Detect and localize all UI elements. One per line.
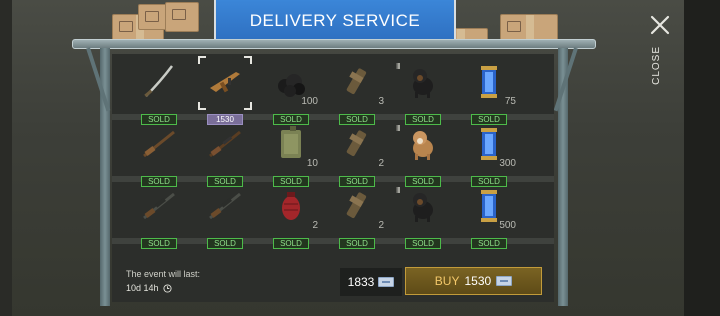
event-label: The event will last: <box>126 269 201 279</box>
selection-bracket <box>244 102 252 110</box>
shop-item[interactable]: SOLD <box>124 180 194 249</box>
sabre-icon <box>144 65 173 98</box>
shop-item[interactable]: III SOLD <box>388 118 458 187</box>
shop-item[interactable]: III SOLD <box>388 56 458 125</box>
shop-item[interactable]: SOLD <box>190 180 260 249</box>
buy-button[interactable]: BUY 1530 <box>405 267 542 295</box>
tan-dog-icon <box>413 131 433 160</box>
black-dog-icon <box>413 193 433 222</box>
shop-item[interactable]: SOLD <box>124 118 194 187</box>
delivery-service-sign: DELIVERY SERVICE <box>214 0 456 44</box>
banknote-icon <box>378 277 395 287</box>
item-quantity: 10 <box>306 158 318 169</box>
scoped-rifle-icon <box>143 192 175 220</box>
shop-item[interactable]: 2 SOLD <box>256 180 326 249</box>
tier-badge: III <box>396 124 401 133</box>
shop-item[interactable]: 100 SOLD <box>256 56 326 125</box>
currency-balance: 1833 <box>340 268 402 296</box>
shop-item[interactable]: 500 SOLD <box>454 180 524 249</box>
item-quantity: 75 <box>504 96 516 107</box>
sold-badge: SOLD <box>141 238 177 249</box>
screen-edge-right <box>684 0 720 316</box>
item-quantity: 2 <box>378 158 384 169</box>
shop-item[interactable]: 2 SOLD <box>322 180 392 249</box>
clock-icon <box>162 283 172 293</box>
item-quantity: 100 <box>301 96 318 107</box>
jerrycan-icon <box>281 126 301 158</box>
tier-badge: III <box>396 186 401 195</box>
shop-item[interactable]: 300 SOLD <box>454 118 524 187</box>
item-quantity: 2 <box>378 220 384 231</box>
selection-bracket <box>198 56 206 64</box>
buy-label: BUY <box>434 274 460 288</box>
buy-price: 1530 <box>464 274 492 288</box>
assault-rifle-icon <box>210 72 240 93</box>
item-quantity: 300 <box>499 158 516 169</box>
sold-badge: SOLD <box>339 238 375 249</box>
sold-badge: SOLD <box>273 238 309 249</box>
scoped-rifle-icon <box>209 192 241 220</box>
item-quantity: 500 <box>499 220 516 231</box>
energy-capsule-icon <box>481 66 497 98</box>
shop-item[interactable]: 75 SOLD <box>454 56 524 125</box>
energy-capsule-icon <box>481 128 497 160</box>
event-time-value: 10d 14h <box>126 283 159 293</box>
sold-badge: SOLD <box>471 238 507 249</box>
shop-item[interactable]: 2 SOLD <box>322 118 392 187</box>
sold-badge: SOLD <box>405 238 441 249</box>
close-label[interactable]: CLOSE <box>651 46 662 85</box>
item-quantity: 2 <box>312 220 318 231</box>
energy-capsule-icon <box>481 190 497 222</box>
shop-item[interactable]: III SOLD <box>388 180 458 249</box>
event-timer: 10d 14h <box>126 283 172 293</box>
screen-edge-left <box>0 0 12 316</box>
silencer-icon <box>346 68 367 95</box>
item-quantity: 3 <box>378 96 384 107</box>
stall-awning <box>72 39 596 49</box>
hunting-rifle-icon <box>143 130 175 158</box>
silencer-icon <box>346 192 367 219</box>
balance-value: 1833 <box>347 275 375 289</box>
shop-item[interactable]: 1530 <box>190 56 260 125</box>
sniper-rifle-icon <box>209 130 241 158</box>
shop-item[interactable]: 10 SOLD <box>256 118 326 187</box>
selection-bracket <box>244 56 252 64</box>
selection-bracket <box>198 102 206 110</box>
parcel-box <box>500 14 558 42</box>
banknote-icon <box>496 276 513 286</box>
shop-item[interactable]: SOLD <box>124 56 194 125</box>
tier-badge: III <box>396 62 401 71</box>
sold-badge: SOLD <box>207 238 243 249</box>
parcel-box <box>165 2 199 32</box>
shop-item[interactable]: 3 SOLD <box>322 56 392 125</box>
red-grenade-icon <box>282 192 300 220</box>
black-dog-icon <box>413 69 433 98</box>
shop-item[interactable]: SOLD <box>190 118 260 187</box>
silencer-icon <box>346 130 367 157</box>
coal-pile-icon <box>278 74 305 97</box>
page-title: DELIVERY SERVICE <box>249 11 421 30</box>
close-icon[interactable] <box>649 14 671 36</box>
